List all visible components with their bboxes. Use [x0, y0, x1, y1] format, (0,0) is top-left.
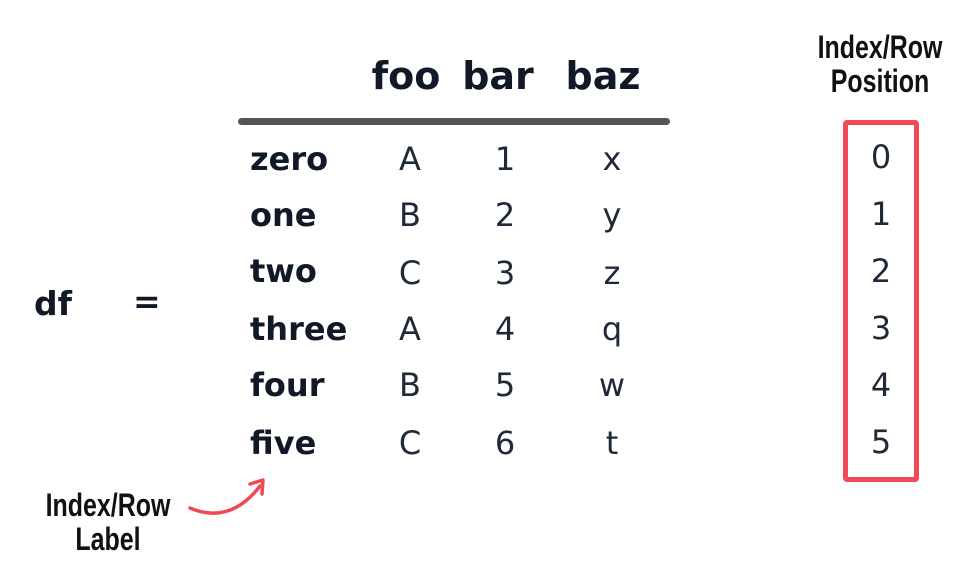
- label-caption-line1: Index/Row: [45, 487, 171, 523]
- row-label-three: three: [250, 310, 348, 348]
- position-value: 2: [870, 252, 892, 290]
- cell-baz: w: [598, 366, 626, 404]
- position-caption-line2: Position: [830, 63, 930, 99]
- row-label-five: five: [250, 424, 317, 462]
- header-rule: [238, 118, 670, 125]
- position-value: 1: [870, 195, 892, 233]
- label-caption-line2: Label: [75, 521, 141, 557]
- cell-baz: t: [605, 424, 619, 462]
- cell-foo: C: [398, 424, 422, 462]
- dataframe-name: df: [34, 284, 72, 323]
- label-caption: Index/Row Label: [30, 488, 186, 556]
- column-header-foo: foo: [371, 54, 441, 98]
- cell-bar: 5: [494, 366, 516, 404]
- cell-baz: y: [602, 196, 622, 234]
- position-value: 4: [870, 366, 892, 404]
- cell-baz: z: [603, 254, 621, 292]
- cell-foo: B: [399, 366, 421, 404]
- cell-foo: C: [398, 254, 422, 292]
- cell-baz: q: [601, 310, 623, 348]
- cell-foo: A: [399, 310, 421, 348]
- curved-arrow-icon: [188, 478, 265, 515]
- position-value: 3: [870, 309, 892, 347]
- column-header-bar: bar: [462, 54, 534, 98]
- row-label-two: two: [250, 252, 317, 290]
- cell-bar: 2: [494, 196, 516, 234]
- position-value: 0: [870, 138, 892, 176]
- cell-bar: 3: [494, 254, 516, 292]
- row-label-four: four: [250, 366, 325, 404]
- cell-bar: 4: [494, 310, 516, 348]
- cell-bar: 6: [494, 424, 516, 462]
- position-value: 5: [870, 423, 892, 461]
- row-label-one: one: [250, 196, 317, 234]
- column-header-baz: baz: [565, 54, 641, 98]
- cell-foo: B: [399, 196, 421, 234]
- row-label-zero: zero: [250, 140, 329, 178]
- cell-foo: A: [399, 140, 421, 178]
- equals-sign: =: [133, 282, 161, 321]
- position-caption: Index/Row Position: [802, 30, 958, 98]
- cell-bar: 1: [494, 140, 516, 178]
- cell-baz: x: [602, 140, 622, 178]
- position-caption-line1: Index/Row: [817, 29, 943, 65]
